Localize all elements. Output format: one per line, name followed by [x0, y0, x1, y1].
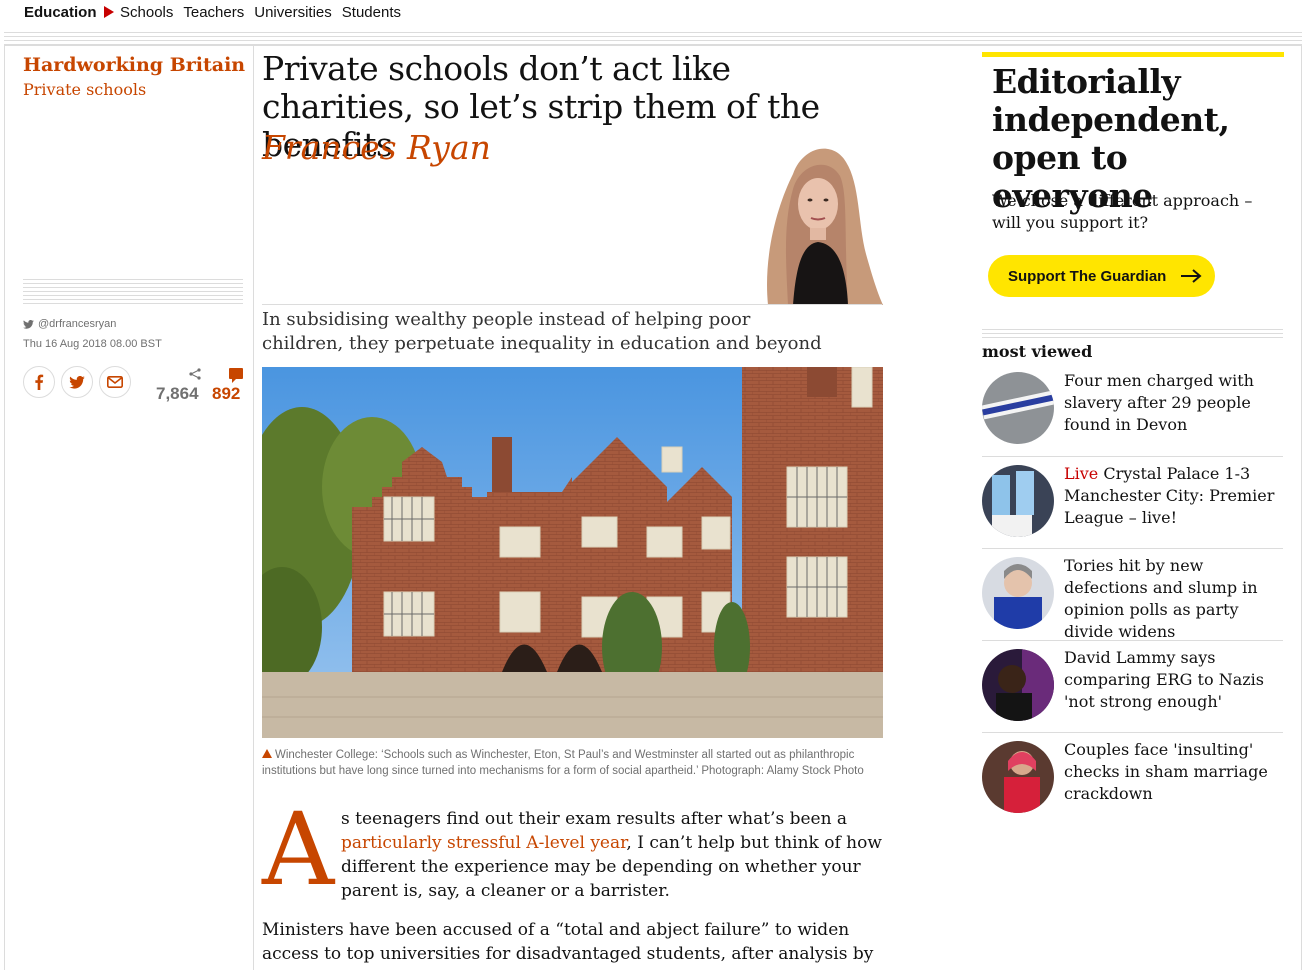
most-viewed-headline: David Lammy says comparing ERG to Nazis … — [1064, 647, 1284, 713]
support-banner: Editorially independent, open to everyon… — [982, 52, 1284, 302]
most-viewed-thumbnail — [982, 741, 1054, 813]
comment-count[interactable]: 892 — [212, 384, 240, 404]
standfirst: In subsidising wealthy people instead of… — [262, 309, 822, 354]
most-viewed-heading: most viewed — [982, 342, 1093, 361]
most-viewed-divider — [982, 326, 1283, 340]
twitter-icon — [69, 375, 85, 389]
nav-links: Schools Teachers Universities Students — [120, 4, 401, 21]
most-viewed-thumbnail — [982, 465, 1054, 537]
most-viewed-list: Four men charged with slavery after 29 p… — [982, 364, 1283, 824]
most-viewed-headline: Four men charged with slavery after 29 p… — [1064, 370, 1284, 436]
caption-triangle-icon — [262, 749, 272, 758]
nav-arrow-icon — [104, 6, 114, 18]
author-photo — [748, 134, 883, 305]
drop-cap: A — [262, 791, 335, 908]
most-viewed-text: Tories hit by new defections and slump i… — [1064, 556, 1258, 641]
share-facebook-button[interactable] — [23, 366, 55, 398]
column-divider — [253, 46, 254, 970]
arrow-right-icon — [1181, 269, 1202, 283]
para1-start: s teenagers find out their exam results … — [341, 809, 848, 829]
nav-link-universities[interactable]: Universities — [254, 4, 332, 21]
caption-text: Winchester College: ‘Schools such as Win… — [262, 749, 864, 777]
most-viewed-thumbnail — [982, 372, 1054, 444]
standfirst-divider — [262, 304, 882, 305]
header-divider — [4, 32, 1302, 46]
most-viewed-text: Four men charged with slavery after 29 p… — [1064, 371, 1254, 434]
most-viewed-headline: Couples face 'insulting' checks in sham … — [1064, 739, 1284, 805]
most-viewed-thumbnail — [982, 649, 1054, 721]
most-viewed-text: Couples face 'insulting' checks in sham … — [1064, 740, 1268, 803]
most-viewed-item[interactable]: David Lammy says comparing ERG to Nazis … — [982, 640, 1283, 732]
author-byline[interactable]: Frances Ryan — [262, 128, 491, 167]
most-viewed-headline: Tories hit by new defections and slump i… — [1064, 555, 1284, 643]
nav-link-teachers[interactable]: Teachers — [183, 4, 244, 21]
article-main-image[interactable] — [262, 367, 883, 738]
support-subtitle: We chose a different approach – will you… — [992, 191, 1253, 232]
image-caption: Winchester College: ‘Schools such as Win… — [262, 747, 884, 779]
most-viewed-item[interactable]: Live Crystal Palace 1-3 Manchester City:… — [982, 456, 1283, 548]
frame-left — [4, 46, 5, 970]
most-viewed-item[interactable]: Four men charged with slavery after 29 p… — [982, 364, 1283, 456]
support-button-label: Support The Guardian — [1008, 267, 1167, 285]
support-guardian-button[interactable]: Support The Guardian — [988, 255, 1215, 297]
author-twitter[interactable]: @drfrancesryan — [23, 318, 116, 330]
live-label: Live — [1064, 464, 1099, 483]
most-viewed-item[interactable]: Couples face 'insulting' checks in sham … — [982, 732, 1283, 824]
meta-divider — [23, 276, 243, 304]
comment-icon[interactable] — [229, 368, 243, 383]
twitter-handle: @drfrancesryan — [38, 318, 117, 330]
share-email-button[interactable] — [99, 366, 131, 398]
nav-section-education[interactable]: Education — [24, 4, 97, 21]
nav-link-students[interactable]: Students — [342, 4, 401, 21]
a-level-year-link[interactable]: particularly stressful A-level year — [341, 833, 626, 853]
share-icon — [189, 368, 201, 380]
most-viewed-item[interactable]: Tories hit by new defections and slump i… — [982, 548, 1284, 643]
twitter-icon — [23, 319, 34, 329]
frame-right — [1301, 46, 1302, 970]
most-viewed-headline: Live Crystal Palace 1-3 Manchester City:… — [1064, 463, 1284, 529]
series-link[interactable]: Hardworking Britain — [23, 54, 245, 76]
share-twitter-button[interactable] — [61, 366, 93, 398]
article-paragraph-1: s teenagers find out their exam results … — [341, 807, 886, 903]
publish-date: Thu 16 Aug 2018 08.00 BST — [23, 338, 162, 350]
subnav: Education Schools Teachers Universities … — [0, 0, 1306, 28]
most-viewed-thumbnail — [982, 557, 1054, 629]
nav-link-schools[interactable]: Schools — [120, 4, 173, 21]
email-icon — [107, 376, 123, 388]
article-paragraph-2: Ministers have been accused of a “total … — [262, 920, 874, 970]
share-count: 7,864 — [156, 384, 199, 403]
share-buttons — [23, 366, 131, 398]
facebook-icon — [35, 374, 44, 390]
most-viewed-text: David Lammy says comparing ERG to Nazis … — [1064, 648, 1264, 711]
subseries-link[interactable]: Private schools — [23, 80, 146, 99]
